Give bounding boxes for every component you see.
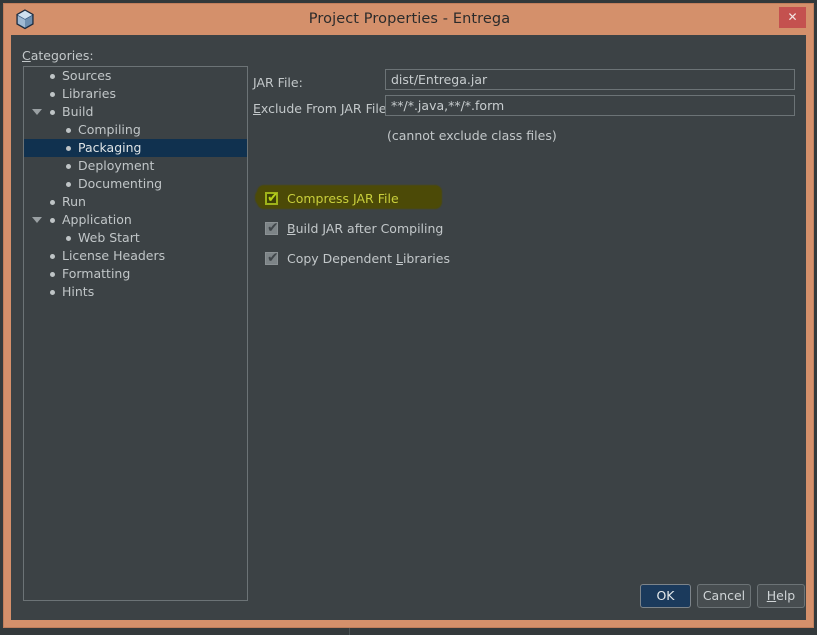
jar-file-label-rest: AR File: [256,75,303,90]
categories-label-rest: ategories: [30,48,94,63]
checkbox-box-copy[interactable]: ✔ [265,250,279,266]
window-title: Project Properties - Entrega [308,11,511,27]
dialog-content: Categories: Sources Libraries Build Compili… [11,35,806,620]
tree-item-label: Documenting [78,176,163,191]
checkbox-label-build-rest: uild JAR after Compiling [295,221,444,236]
tree-item-label: Deployment [78,158,155,173]
checkbox-box-build[interactable]: ✔ [265,220,279,236]
tree-item-license-headers[interactable]: License Headers [24,247,247,265]
checkbox-label-build: Build JAR after Compiling [287,220,443,238]
tree-item-build[interactable]: Build [24,103,247,121]
tree-item-documenting[interactable]: Documenting [24,175,247,193]
categories-label: Categories: [22,48,94,63]
tree-node-bullet-icon [50,218,55,223]
tree-item-hints[interactable]: Hints [24,283,247,301]
tree-node-bullet-icon [50,254,55,259]
taskbar-divider [349,628,350,635]
tree-item-label: Formatting [62,266,131,281]
cannot-exclude-note: (cannot exclude class files) [387,128,557,143]
tree-item-label: Packaging [78,140,142,155]
checkbox-label-copy-mnemonic: L [395,251,403,266]
tree-node-bullet-icon [50,110,55,115]
close-icon[interactable]: ✕ [779,7,806,28]
tree-item-sources[interactable]: Sources [24,67,247,85]
tree-item-label: Sources [62,68,112,83]
tree-item-deployment[interactable]: Deployment [24,157,247,175]
tree-node-bullet-icon [66,182,71,187]
tree-node-bullet-icon [66,236,71,241]
tree-node-bullet-icon [50,92,55,97]
tree-node-bullet-icon [66,128,71,133]
taskbar-strip [0,628,817,635]
checkbox-box-compress[interactable]: ✔ [265,190,279,206]
tree-item-libraries[interactable]: Libraries [24,85,247,103]
tree-item-label: Hints [62,284,95,299]
check-icon: ✔ [267,250,279,266]
title-bar[interactable]: Project Properties - Entrega ✕ [4,4,813,35]
categories-label-mnemonic: C [22,48,31,63]
ok-button[interactable]: OK [640,584,691,608]
tree-node-bullet-icon [50,74,55,79]
checkbox-label-compress: Compress JAR File [287,191,399,206]
tree-item-packaging[interactable]: Packaging [24,139,247,157]
help-button-mnemonic: H [766,588,777,603]
check-icon: ✔ [267,220,279,236]
tree-node-bullet-icon [50,290,55,295]
project-properties-dialog: Project Properties - Entrega ✕ Categorie… [3,3,814,628]
tree-node-bullet-icon [50,272,55,277]
tree-item-formatting[interactable]: Formatting [24,265,247,283]
chevron-down-icon[interactable] [32,217,42,223]
tree-item-label: Compiling [78,122,141,137]
tree-item-web-start[interactable]: Web Start [24,229,247,247]
checkbox-label-build-mnemonic: B [287,221,296,236]
categories-tree[interactable]: Sources Libraries Build Compiling Packaging D… [23,66,248,601]
exclude-label-mnemonic: E [253,101,261,116]
help-button-rest: elp [776,588,796,603]
exclude-from-jar-input[interactable] [385,95,795,116]
tree-item-compiling[interactable]: Compiling [24,121,247,139]
chevron-down-icon[interactable] [32,109,42,115]
exclude-from-jar-label: Exclude From JAR File: [253,101,391,116]
tree-item-label: License Headers [62,248,166,263]
jar-file-label: JAR File: [253,75,303,90]
checkbox-label-copy: Copy Dependent Libraries [287,251,450,266]
tree-item-label: Web Start [78,230,140,245]
check-icon: ✔ [267,190,279,206]
jar-file-input[interactable] [385,69,795,90]
tree-item-application[interactable]: Application [24,211,247,229]
tree-item-label: Libraries [62,86,116,101]
tree-item-label: Run [62,194,86,209]
exclude-label-rest: xclude From JAR File: [260,101,391,116]
tree-item-label: Application [62,212,132,227]
tree-node-bullet-icon [66,164,71,169]
cancel-button[interactable]: Cancel [697,584,751,608]
tree-item-run[interactable]: Run [24,193,247,211]
tree-node-bullet-icon [50,200,55,205]
tree-item-label: Build [62,104,94,119]
help-button[interactable]: Help [757,584,805,608]
tree-node-bullet-icon [66,146,71,151]
